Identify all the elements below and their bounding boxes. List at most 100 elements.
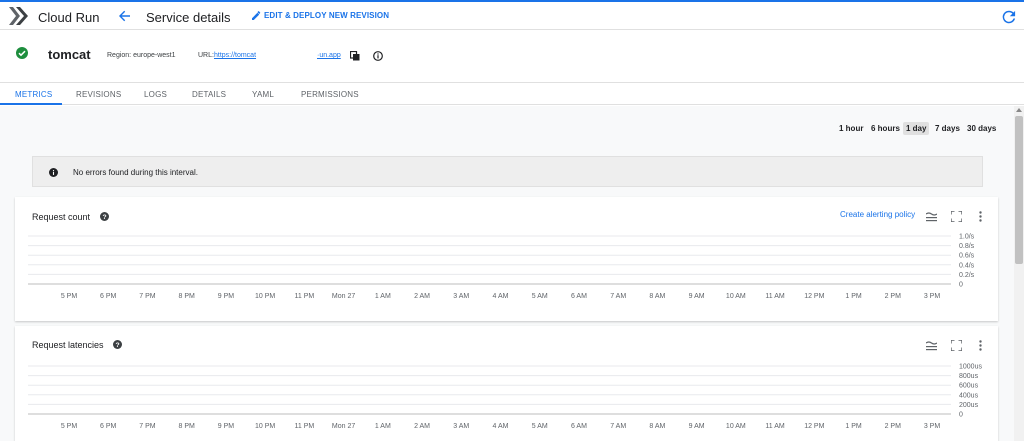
time-range-1-hour[interactable]: 1 hour: [836, 122, 866, 135]
x-tick-label: 1 AM: [375, 423, 391, 430]
x-tick-label: 3 PM: [924, 423, 941, 430]
y-tick-label: 0: [959, 282, 963, 289]
tab-logs[interactable]: LOGS: [144, 90, 167, 99]
tab-metrics[interactable]: METRICS: [15, 90, 52, 99]
x-tick-label: 4 AM: [493, 423, 509, 430]
x-tick-label: 10 AM: [726, 293, 746, 300]
x-tick-label: 6 AM: [571, 423, 587, 430]
x-tick-label: 8 PM: [179, 293, 196, 300]
arrow-left-icon[interactable]: [117, 8, 133, 24]
legend-icon[interactable]: [926, 340, 937, 351]
scroll-thumb[interactable]: [1015, 116, 1023, 264]
request-latencies-chart: 1000us 800us 600us 400us 200us 0 5 PM 6 PM 7 PM 8…: [28, 364, 982, 430]
url-label: URL:: [198, 52, 214, 59]
scroll-up-arrow-icon[interactable]: [1016, 108, 1022, 112]
x-tick-label: 10 PM: [255, 423, 275, 430]
copy-icon[interactable]: [350, 51, 360, 61]
edit-deploy-label: EDIT & DEPLOY NEW REVISION: [264, 11, 390, 20]
x-tick-label: 3 AM: [453, 293, 469, 300]
more-vert-icon[interactable]: [975, 211, 986, 222]
x-tick-label: 11 AM: [765, 293, 784, 300]
request-count-card: Request count ? Create alerting policy 1…: [15, 197, 998, 321]
legend-icon[interactable]: [926, 211, 937, 222]
x-tick-label: 7 PM: [139, 423, 156, 430]
x-tick-label: 10 PM: [255, 293, 275, 300]
banner-text: No errors found during this interval.: [73, 168, 198, 177]
x-tick-label: 9 AM: [689, 293, 705, 300]
x-tick-label: 2 AM: [414, 423, 430, 430]
more-vert-icon[interactable]: [975, 340, 986, 351]
x-tick-label: 8 PM: [179, 423, 196, 430]
y-tick-label: 1000us: [959, 364, 982, 371]
x-tick-label: 1 PM: [845, 293, 862, 300]
svg-text:?: ?: [115, 342, 119, 349]
x-tick-label: 12 PM: [804, 423, 824, 430]
tab-yaml[interactable]: YAML: [252, 90, 274, 99]
request-latencies-card: Request latencies ? 1000us 800us 600us 400u…: [15, 326, 998, 441]
x-tick-label: 4 AM: [493, 293, 509, 300]
x-tick-label: 6 AM: [571, 293, 587, 300]
check-circle-icon: [16, 47, 28, 59]
active-tab-indicator: [0, 103, 62, 105]
x-tick-label: 3 PM: [924, 293, 941, 300]
x-tick-label: 2 PM: [885, 293, 902, 300]
service-header: tomcat Region: europe-west1 URL: https:/…: [0, 31, 1024, 83]
x-tick-label: 2 AM: [414, 293, 430, 300]
fullscreen-icon[interactable]: [951, 340, 962, 351]
service-url-link[interactable]: https://tomcat: [214, 52, 256, 59]
x-tick-label: Mon 27: [332, 293, 355, 300]
info-icon[interactable]: [373, 51, 383, 61]
x-tick-label: 7 AM: [610, 423, 626, 430]
no-errors-banner: No errors found during this interval.: [32, 156, 983, 187]
vertical-scrollbar[interactable]: [1014, 106, 1024, 441]
x-tick-label: 7 PM: [139, 293, 156, 300]
chart-title: Request count: [32, 212, 91, 222]
time-range-6-hours[interactable]: 6 hours: [868, 122, 903, 135]
x-tick-label: 5 AM: [532, 423, 548, 430]
service-region: Region: europe-west1: [107, 52, 176, 59]
y-tick-label: 200us: [959, 402, 979, 409]
pencil-icon: [252, 11, 261, 20]
tab-details[interactable]: DETAILS: [192, 90, 226, 99]
x-tick-label: 2 PM: [885, 423, 902, 430]
y-tick-label: 0.6/s: [959, 253, 975, 260]
y-tick-label: 0.4/s: [959, 262, 975, 269]
y-tick-label: 0.2/s: [959, 272, 975, 279]
chart-title: Request latencies: [32, 340, 104, 350]
fullscreen-icon[interactable]: [951, 211, 962, 222]
x-tick-label: 1 PM: [845, 423, 862, 430]
top-bar: Cloud Run Service details EDIT & DEPLOY …: [0, 0, 1024, 30]
time-range-1-day[interactable]: 1 day: [903, 122, 930, 135]
help-icon[interactable]: ?: [113, 340, 122, 349]
x-tick-label: 6 PM: [100, 293, 117, 300]
x-tick-label: 11 PM: [295, 423, 315, 430]
time-range-30-days[interactable]: 30 days: [964, 122, 999, 135]
x-tick-label: 8 AM: [649, 293, 665, 300]
x-tick-label: 6 PM: [100, 423, 117, 430]
cloud-run-logo-icon: [9, 7, 28, 25]
app-title: Cloud Run: [38, 10, 100, 25]
x-tick-label: 8 AM: [649, 423, 665, 430]
refresh-icon[interactable]: [1002, 10, 1016, 24]
y-tick-label: 400us: [959, 392, 979, 399]
service-url-link-end[interactable]: ·un.app: [317, 52, 341, 59]
y-tick-label: 800us: [959, 373, 979, 380]
x-tick-label: 5 AM: [532, 293, 548, 300]
x-tick-label: 7 AM: [610, 293, 626, 300]
tab-bar: METRICS REVISIONS LOGS DETAILS YAML PERM…: [0, 83, 1024, 105]
time-range-7-days[interactable]: 7 days: [932, 122, 963, 135]
edit-deploy-button[interactable]: EDIT & DEPLOY NEW REVISION: [252, 11, 389, 20]
service-name: tomcat: [48, 47, 91, 62]
tab-permissions[interactable]: PERMISSIONS: [301, 90, 359, 99]
x-tick-label: 10 AM: [726, 423, 746, 430]
request-count-chart: 1.0/s 0.8/s 0.6/s 0.4/s 0.2/s 0 5 PM 6 PM 7 PM 8 …: [28, 234, 975, 300]
help-icon[interactable]: ?: [100, 212, 109, 221]
x-tick-label: 9 AM: [689, 423, 705, 430]
x-tick-label: 11 AM: [765, 423, 784, 430]
create-alerting-policy-link[interactable]: Create alerting policy: [840, 210, 915, 219]
y-tick-label: 600us: [959, 383, 979, 390]
svg-text:?: ?: [102, 214, 106, 221]
tab-revisions[interactable]: REVISIONS: [76, 90, 121, 99]
x-tick-label: 5 PM: [61, 293, 78, 300]
x-tick-label: 1 AM: [375, 293, 391, 300]
